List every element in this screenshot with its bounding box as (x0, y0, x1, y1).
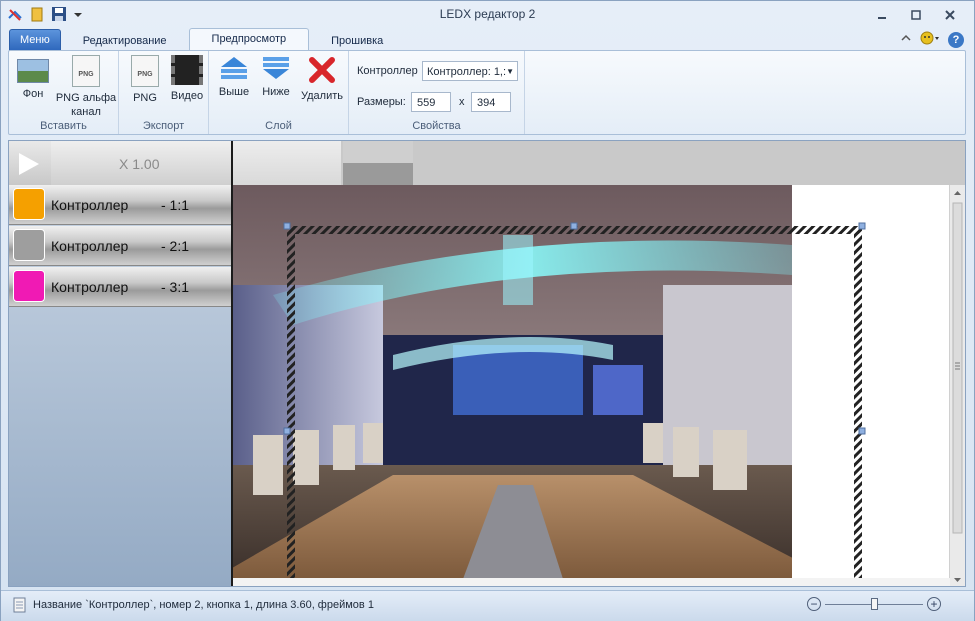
tab-preview[interactable]: Предпросмотр (188, 28, 310, 51)
close-button[interactable] (937, 9, 963, 25)
status-bar: Название `Контроллер`, номер 2, кнопка 1… (1, 590, 974, 621)
ribbon-tabs: Меню Редактирование Предпросмотр Прошивк… (9, 28, 405, 51)
width-field[interactable]: 559 (411, 92, 451, 112)
zoom-out-button[interactable]: − (807, 597, 821, 611)
ribbon-right-controls: ? (900, 31, 964, 48)
height-field[interactable]: 394 (471, 92, 511, 112)
group-layer: Выше Ниже Удалить Слой (209, 51, 349, 134)
png-alpha-button[interactable]: PNG PNG альфа канал (55, 55, 117, 119)
png-export-icon-text: PNG (137, 71, 153, 78)
export-video-label: Видео (170, 90, 204, 102)
timeline-segment[interactable] (343, 141, 413, 185)
zoom-thumb[interactable] (870, 598, 878, 610)
theme-icon[interactable] (920, 31, 940, 48)
layer-delete-label: Удалить (301, 90, 343, 102)
zoom-in-button[interactable]: + (927, 597, 941, 611)
layer-color-swatch (13, 188, 45, 220)
app-window: LEDX редактор 2 Меню Редактирование Пред… (0, 0, 975, 621)
document-icon (13, 597, 27, 616)
png-file-icon: PNG (72, 55, 100, 87)
size-x-label: x (459, 96, 465, 108)
layer-row[interactable]: Контроллер - 3:1 (9, 267, 231, 307)
layer-list: Контроллер - 1:1 Контроллер - 2:1 Контро… (9, 185, 231, 586)
group-insert-label: Вставить (40, 120, 87, 132)
group-export-label: Экспорт (142, 120, 185, 132)
background-image-icon (17, 59, 49, 83)
layer-up-label: Выше (218, 86, 250, 98)
delete-x-icon (306, 55, 338, 85)
size-label: Размеры: (357, 96, 406, 108)
layer-name: Контроллер (51, 238, 129, 254)
background-button[interactable]: Фон (15, 55, 51, 101)
layer-down-icon (261, 55, 291, 81)
group-properties-label: Свойства (412, 120, 461, 132)
play-icon (19, 153, 39, 175)
zoom-slider[interactable]: − + (807, 597, 941, 613)
layer-up-icon (219, 55, 249, 81)
export-video-button[interactable]: Видео (167, 55, 207, 103)
layer-up-button[interactable]: Выше (215, 55, 253, 99)
layer-code: - 1:1 (161, 197, 190, 213)
layer-row[interactable]: Контроллер - 2:1 (9, 226, 231, 266)
tab-edit[interactable]: Редактирование (61, 31, 189, 51)
window-title: LEDX редактор 2 (439, 7, 536, 21)
film-icon (171, 55, 203, 85)
status-text: Название `Контроллер`, номер 2, кнопка 1… (33, 599, 374, 611)
tab-menu[interactable]: Меню (9, 29, 61, 51)
selection-frame[interactable] (233, 185, 950, 580)
title-bar: LEDX редактор 2 (1, 1, 974, 29)
layer-down-label: Ниже (262, 86, 290, 98)
timeline-bar: X 1.00 (9, 141, 965, 185)
collapse-ribbon-icon[interactable] (900, 32, 912, 47)
workspace: X 1.00 Контроллер - 1:1 Контроллер - 2:1… (8, 140, 966, 587)
layer-row[interactable]: Контроллер - 1:1 (9, 185, 231, 225)
png-export-icon: PNG (131, 55, 159, 87)
timeline-segment[interactable] (231, 141, 341, 185)
layer-code: - 3:1 (161, 279, 190, 295)
group-export: PNG PNG Видео Экспорт (119, 51, 209, 134)
export-png-button[interactable]: PNG PNG (127, 55, 163, 105)
ribbon: Фон PNG PNG альфа канал Вставить PNG PNG… (8, 50, 966, 135)
layer-down-button[interactable]: Ниже (257, 55, 295, 99)
help-icon[interactable]: ? (948, 31, 964, 48)
group-insert: Фон PNG PNG альфа канал Вставить (9, 51, 119, 134)
layer-name: Контроллер (51, 197, 129, 213)
controller-select-value: Контроллер: 1,: (427, 66, 507, 78)
layer-color-swatch (13, 270, 45, 302)
horizontal-scrollbar[interactable] (233, 578, 950, 586)
preview-canvas[interactable] (233, 185, 950, 580)
play-button[interactable] (9, 141, 51, 185)
layer-delete-button[interactable]: Удалить (299, 55, 345, 103)
group-properties: Контроллер Контроллер: 1,: ▼ Размеры: 55… (349, 51, 525, 134)
controller-label: Контроллер (357, 65, 418, 77)
playback-speed: X 1.00 (119, 156, 160, 172)
group-layer-label: Слой (265, 120, 292, 132)
png-icon-text: PNG (78, 71, 94, 78)
tab-firmware[interactable]: Прошивка (309, 31, 405, 51)
png-alpha-button-label: PNG альфа канал (55, 92, 117, 118)
maximize-button[interactable] (903, 9, 929, 25)
layer-code: - 2:1 (161, 238, 190, 254)
chevron-down-icon: ▼ (506, 67, 514, 76)
controller-select[interactable]: Контроллер: 1,: ▼ (422, 61, 518, 81)
vertical-scrollbar[interactable] (949, 185, 965, 586)
background-button-label: Фон (22, 88, 44, 100)
export-png-label: PNG (133, 92, 157, 104)
layer-color-swatch (13, 229, 45, 261)
minimize-button[interactable] (869, 9, 895, 25)
layer-name: Контроллер (51, 279, 129, 295)
